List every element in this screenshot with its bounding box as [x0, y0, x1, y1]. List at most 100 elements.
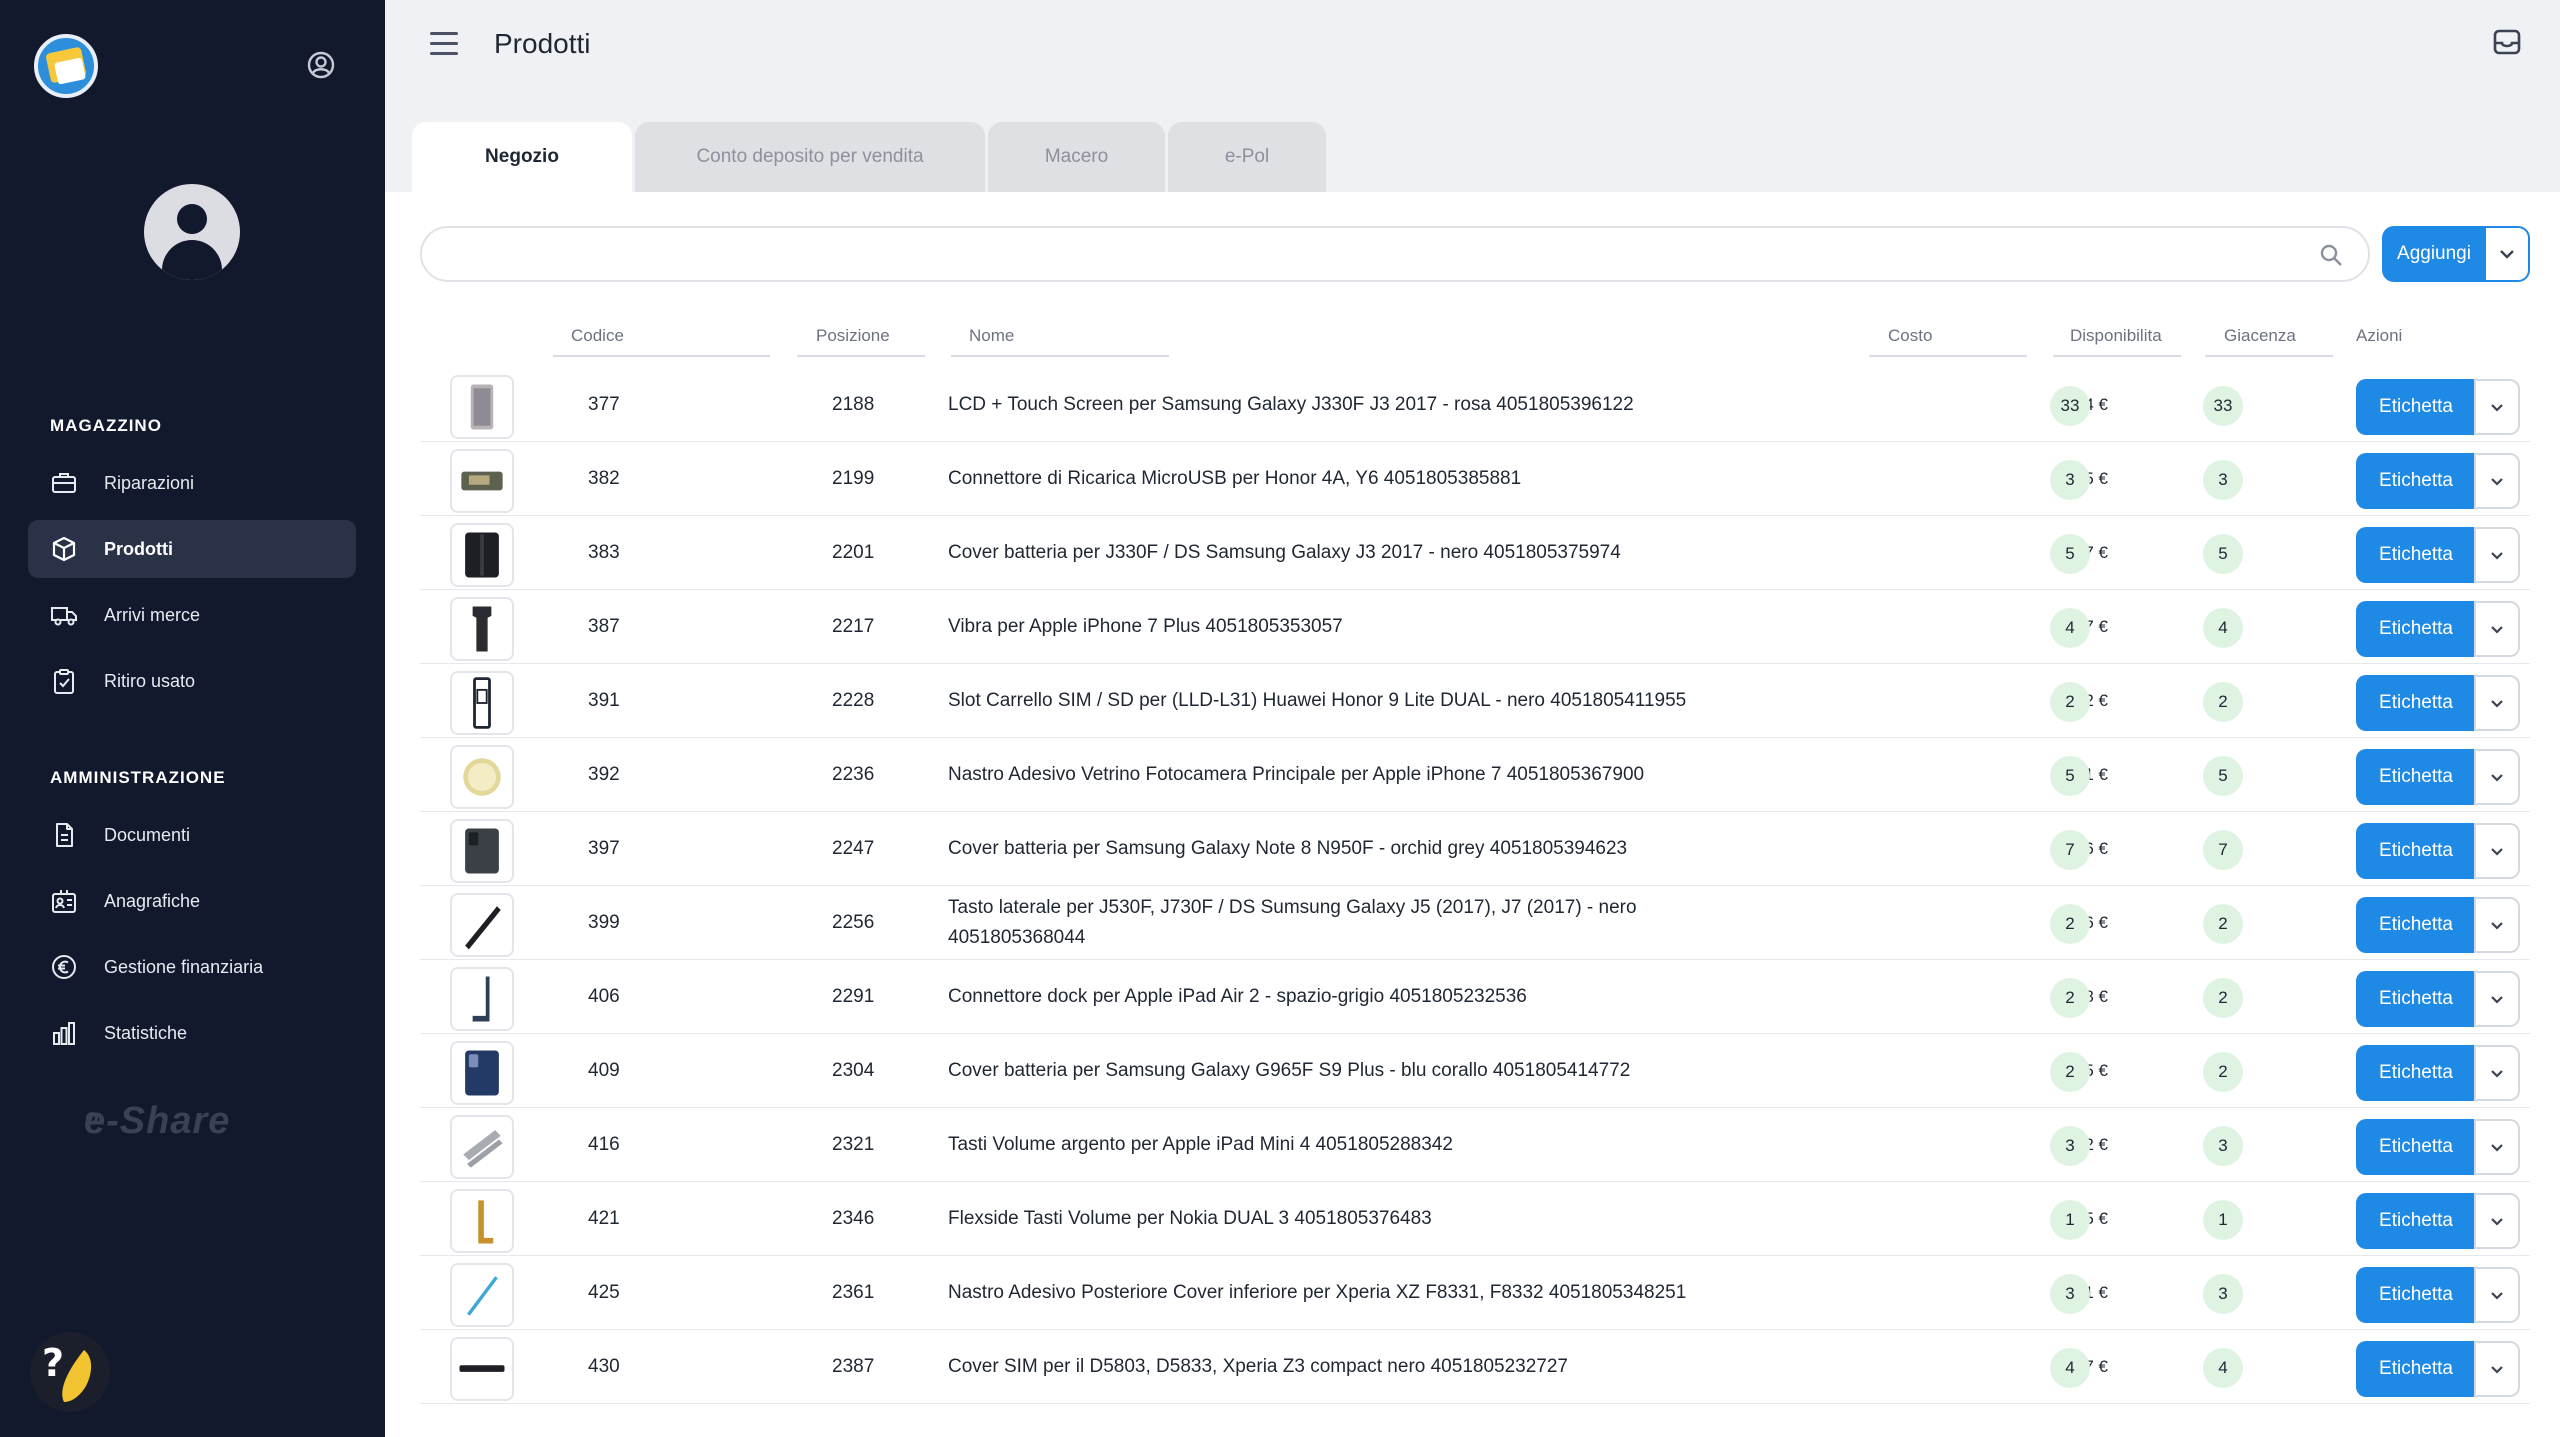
product-thumbnail[interactable] [450, 819, 514, 883]
table-row[interactable]: 430 2387 Cover SIM per il D5803, D5833, Xp… [420, 1330, 2530, 1404]
product-thumbnail[interactable] [450, 449, 514, 513]
etichetta-button[interactable]: Etichetta [2356, 1045, 2476, 1101]
product-thumbnail[interactable] [450, 967, 514, 1031]
sidebar-item-ritiro-usato[interactable]: Ritiro usato [28, 652, 356, 710]
etichetta-dropdown-button[interactable] [2474, 1045, 2520, 1101]
cell-nome: Connettore di Ricarica MicroUSB per Hono… [948, 468, 1522, 489]
app-logo-icon[interactable] [34, 34, 98, 98]
column-header-costo[interactable]: Costo [1888, 326, 1932, 356]
user-avatar[interactable] [144, 184, 240, 280]
table-row[interactable]: 409 2304 Cover batteria per Samsung Galaxy… [420, 1034, 2530, 1108]
product-thumbnail[interactable] [450, 1189, 514, 1253]
etichetta-button[interactable]: Etichetta [2356, 1267, 2476, 1323]
etichetta-button[interactable]: Etichetta [2356, 453, 2476, 509]
product-thumbnail[interactable] [450, 523, 514, 587]
etichetta-button[interactable]: Etichetta [2356, 971, 2476, 1027]
etichetta-button[interactable]: Etichetta [2356, 601, 2476, 657]
table-row[interactable]: 387 2217 Vibra per Apple iPhone 7 Plus 405… [420, 590, 2530, 664]
etichetta-button[interactable]: Etichetta [2356, 1193, 2476, 1249]
cell-posizione: 2304 [832, 1060, 875, 1081]
etichetta-dropdown-button[interactable] [2474, 749, 2520, 805]
table-row[interactable]: 406 2291 Connettore dock per Apple iPad Ai… [420, 960, 2530, 1034]
table-row[interactable]: 382 2199 Connettore di Ricarica MicroUSB p… [420, 442, 2530, 516]
product-thumbnail[interactable] [450, 745, 514, 809]
etichetta-dropdown-button[interactable] [2474, 453, 2520, 509]
cell-codice: 383 [588, 542, 620, 563]
etichetta-dropdown-button[interactable] [2474, 379, 2520, 435]
sidebar-item-prodotti[interactable]: Prodotti [28, 520, 356, 578]
etichetta-button[interactable]: Etichetta [2356, 749, 2476, 805]
chevron-down-icon [2491, 773, 2503, 782]
etichetta-dropdown-button[interactable] [2474, 1341, 2520, 1397]
table-row[interactable]: 421 2346 Flexside Tasti Volume per Nokia D… [420, 1182, 2530, 1256]
column-header-giacenza[interactable]: Giacenza [2224, 326, 2296, 356]
inbox-icon[interactable] [2492, 28, 2522, 56]
etichetta-dropdown-button[interactable] [2474, 823, 2520, 879]
etichetta-dropdown-button[interactable] [2474, 897, 2520, 953]
sidebar-item-documenti[interactable]: Documenti [28, 806, 356, 864]
chevron-down-icon [2491, 1217, 2503, 1226]
table-row[interactable]: 416 2321 Tasti Volume argento per Apple iP… [420, 1108, 2530, 1182]
column-header-codice[interactable]: Codice [571, 326, 624, 356]
etichetta-button[interactable]: Etichetta [2356, 1119, 2476, 1175]
etichetta-dropdown-button[interactable] [2474, 971, 2520, 1027]
etichetta-dropdown-button[interactable] [2474, 527, 2520, 583]
chevron-down-icon [2491, 625, 2503, 634]
etichetta-button[interactable]: Etichetta [2356, 527, 2476, 583]
cell-codice: 382 [588, 468, 620, 489]
product-thumbnail[interactable] [450, 597, 514, 661]
tab-e-pol[interactable]: e-Pol [1168, 122, 1326, 192]
column-header-posizione[interactable]: Posizione [816, 326, 890, 356]
product-thumbnail[interactable] [450, 1263, 514, 1327]
product-thumbnail[interactable] [450, 671, 514, 735]
sidebar-item-gestione-finanziaria[interactable]: Gestione finanziaria [28, 938, 356, 996]
table-row[interactable]: 377 2188 LCD + Touch Screen per Samsung Ga… [420, 368, 2530, 442]
badge-disponibilita: 5 [2050, 756, 2090, 796]
badge-disponibilita: 2 [2050, 1052, 2090, 1092]
document-icon [56, 823, 73, 847]
table-row[interactable]: 425 2361 Nastro Adesivo Posteriore Cover i… [420, 1256, 2530, 1330]
add-dropdown-button[interactable] [2484, 226, 2530, 282]
product-thumbnail[interactable] [450, 893, 514, 957]
etichetta-dropdown-button[interactable] [2474, 675, 2520, 731]
etichetta-button[interactable]: Etichetta [2356, 675, 2476, 731]
sidebar-item-anagrafiche[interactable]: Anagrafiche [28, 872, 356, 930]
table-row[interactable]: 391 2228 Slot Carrello SIM / SD per (LLD-L… [420, 664, 2530, 738]
product-thumbnail[interactable] [450, 1041, 514, 1105]
sidebar-item-riparazioni[interactable]: Riparazioni [28, 454, 356, 512]
product-thumbnail[interactable] [450, 375, 514, 439]
cell-posizione: 2387 [832, 1356, 875, 1377]
column-header-nome[interactable]: Nome [969, 326, 1014, 356]
tab-conto-deposito[interactable]: Conto deposito per vendita [635, 122, 985, 192]
search-input[interactable] [420, 226, 2370, 282]
product-thumbnail[interactable] [450, 1115, 514, 1179]
menu-toggle-icon[interactable] [430, 32, 458, 56]
badge-disponibilita: 33 [2050, 386, 2090, 426]
table-row[interactable]: 383 2201 Cover batteria per J330F / DS Sam… [420, 516, 2530, 590]
svg-text:?: ? [42, 1341, 64, 1385]
etichetta-dropdown-button[interactable] [2474, 1193, 2520, 1249]
etichetta-button[interactable]: Etichetta [2356, 897, 2476, 953]
etichetta-button[interactable]: Etichetta [2356, 823, 2476, 879]
user-account-icon[interactable] [306, 50, 336, 80]
add-button[interactable]: Aggiungi [2382, 226, 2486, 282]
column-header-disponibilita[interactable]: Disponibilita [2070, 326, 2162, 356]
sidebar-item-arrivi-merce[interactable]: Arrivi merce [28, 586, 356, 644]
badge-giacenza: 4 [2203, 608, 2243, 648]
tab-macero[interactable]: Macero [988, 122, 1165, 192]
cell-posizione: 2201 [832, 542, 875, 563]
table-row[interactable]: 399 2256 Tasto laterale per J530F, J730F /… [420, 886, 2530, 960]
etichetta-button[interactable]: Etichetta [2356, 1341, 2476, 1397]
etichetta-dropdown-button[interactable] [2474, 1267, 2520, 1323]
help-icon[interactable]: ? [28, 1330, 112, 1414]
etichetta-dropdown-button[interactable] [2474, 1119, 2520, 1175]
etichetta-dropdown-button[interactable] [2474, 601, 2520, 657]
etichetta-button[interactable]: Etichetta [2356, 379, 2476, 435]
sidebar-item-statistiche[interactable]: Statistiche [28, 1004, 356, 1062]
chevron-down-icon [2491, 921, 2503, 930]
tab-negozio[interactable]: Negozio [412, 122, 632, 192]
table-row[interactable]: 397 2247 Cover batteria per Samsung Galaxy… [420, 812, 2530, 886]
product-thumbnail[interactable] [450, 1337, 514, 1401]
table-row[interactable]: 392 2236 Nastro Adesivo Vetrino Fotocamera… [420, 738, 2530, 812]
badge-disponibilita: 4 [2050, 608, 2090, 648]
